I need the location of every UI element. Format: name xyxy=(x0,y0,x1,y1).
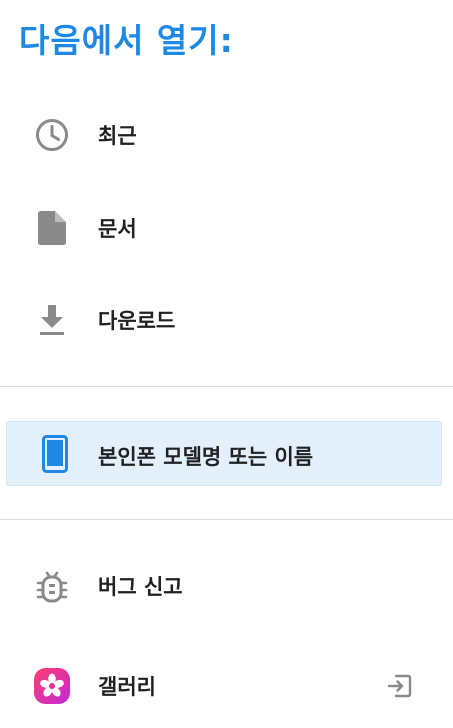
app-item-gallery[interactable]: 갤러리 xyxy=(0,654,453,718)
gallery-app-icon xyxy=(34,668,70,704)
drawer-title: 다음에서 열기: xyxy=(19,21,234,60)
app-item-label: 갤러리 xyxy=(98,675,156,699)
phone-icon xyxy=(37,435,73,473)
root-item-recent[interactable]: 최근 xyxy=(0,103,453,167)
app-item-label: 버그 신고 xyxy=(98,575,183,599)
root-item-label: 최근 xyxy=(98,124,137,148)
open-from-drawer: 다음에서 열기: 최근 문서 다운로드 본인폰 모델명 또는 이름 버그 신고 … xyxy=(0,0,453,728)
root-item-documents[interactable]: 문서 xyxy=(0,196,453,260)
divider xyxy=(0,519,453,520)
divider xyxy=(0,386,453,387)
root-item-downloads[interactable]: 다운로드 xyxy=(0,288,453,352)
download-icon xyxy=(34,302,70,338)
root-item-label: 다운로드 xyxy=(98,309,176,333)
root-item-label: 문서 xyxy=(98,217,137,241)
bug-icon xyxy=(34,568,70,604)
clock-icon xyxy=(34,117,70,153)
root-item-label: 본인폰 모델명 또는 이름 xyxy=(98,445,314,469)
document-icon xyxy=(34,210,70,246)
app-item-bug-report[interactable]: 버그 신고 xyxy=(0,554,453,618)
open-in-icon[interactable] xyxy=(385,672,413,700)
root-item-device[interactable]: 본인폰 모델명 또는 이름 xyxy=(6,421,442,486)
